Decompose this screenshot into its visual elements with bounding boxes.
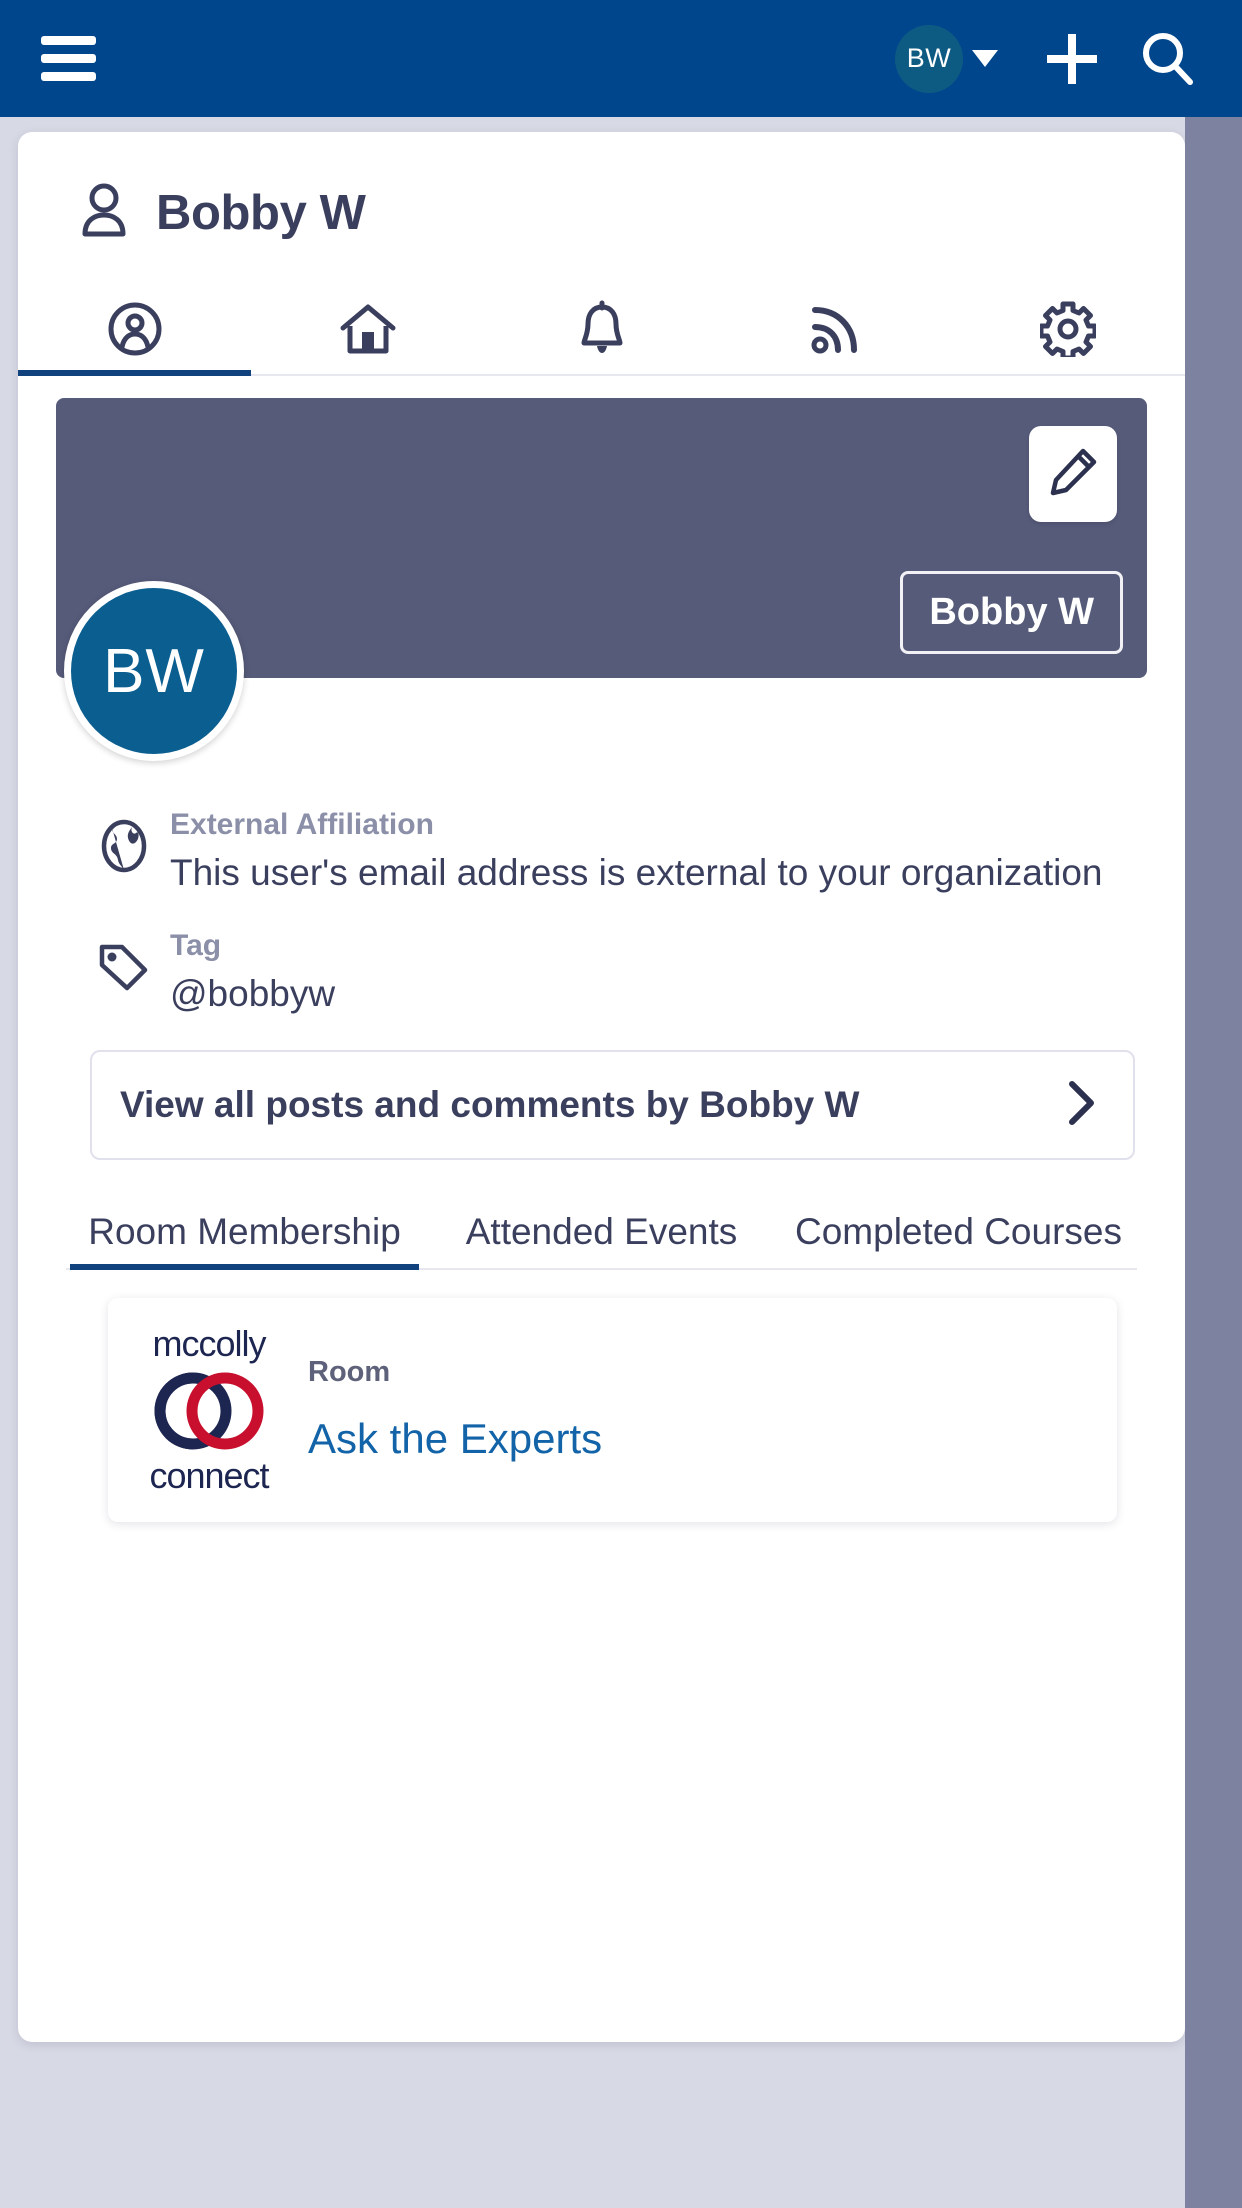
info-label: External Affiliation	[170, 808, 434, 841]
home-icon	[339, 301, 397, 357]
page-title-row: Bobby W	[18, 132, 1185, 243]
page-title: Bobby W	[156, 185, 366, 240]
plus-icon[interactable]	[1024, 11, 1120, 107]
info-content: External Affiliation This user's email a…	[170, 808, 1135, 895]
globe-icon	[96, 808, 170, 874]
top-app-bar: BW	[0, 0, 1242, 117]
tab-completed-courses[interactable]: Completed Courses	[780, 1202, 1137, 1268]
info-row-tag: Tag @bobbyw	[96, 929, 1135, 1016]
tab-notifications[interactable]	[485, 283, 718, 374]
search-icon[interactable]	[1120, 11, 1216, 107]
info-value: @bobbyw	[170, 973, 336, 1015]
person-circle-icon	[107, 301, 163, 357]
app-root: BW Bobby W Bobby W BW External Affiliati…	[0, 0, 1242, 2208]
rss-icon	[809, 302, 861, 356]
room-info: Room Ask the Experts	[284, 1356, 602, 1463]
tab-room-membership[interactable]: Room Membership	[66, 1202, 423, 1270]
hamburger-bar	[41, 54, 96, 63]
avatar: BW	[895, 24, 963, 93]
info-label: Tag	[170, 929, 222, 963]
cover-banner-wrapper: Bobby W BW	[56, 398, 1147, 761]
room-kicker: Room	[308, 1356, 391, 1389]
view-all-posts-button[interactable]: View all posts and comments by Bobby W	[90, 1050, 1135, 1161]
profile-info-block: External Affiliation This user's email a…	[18, 808, 1185, 1016]
list-item[interactable]: mccolly connect Room Ask the Experts	[108, 1297, 1117, 1522]
profile-card: Bobby W Bobby W BW External Affiliation …	[18, 132, 1185, 2042]
profile-content-tabs: Room Membership Attended Events Complete…	[66, 1202, 1137, 1270]
room-name-link[interactable]: Ask the Experts	[308, 1415, 602, 1463]
page-scroll-area: Bobby W Bobby W BW External Affiliation …	[0, 117, 1242, 2208]
tab-feed[interactable]	[718, 283, 951, 374]
pencil-icon	[1047, 446, 1099, 503]
profile-avatar[interactable]: BW	[64, 581, 244, 761]
profile-icon-tabs	[18, 283, 1185, 376]
tab-settings[interactable]	[952, 283, 1185, 374]
chevron-right-icon	[1061, 1075, 1101, 1136]
hamburger-menu-icon[interactable]	[41, 36, 96, 81]
view-all-posts-label: View all posts and comments by Bobby W	[120, 1084, 860, 1126]
info-value: This user's email address is external to…	[170, 852, 1103, 893]
hamburger-bar	[41, 72, 96, 81]
gear-icon	[1040, 301, 1097, 357]
person-icon	[78, 182, 130, 243]
account-menu-button[interactable]: BW	[895, 24, 998, 93]
hamburger-bar	[41, 36, 96, 45]
logo-word-top: mccolly	[152, 1322, 266, 1364]
logo-mark	[134, 1368, 284, 1454]
tag-icon	[96, 929, 170, 995]
info-row-external-affiliation: External Affiliation This user's email a…	[96, 808, 1135, 895]
tab-profile[interactable]	[18, 283, 252, 376]
logo-word-bottom: connect	[149, 1454, 269, 1496]
bell-icon	[576, 300, 628, 358]
info-content: Tag @bobbyw	[170, 929, 1135, 1016]
top-bar-actions: BW	[895, 0, 1216, 117]
cover-name-badge[interactable]: Bobby W	[900, 571, 1123, 654]
edit-cover-button[interactable]	[1029, 426, 1117, 522]
chevron-down-icon	[972, 50, 998, 67]
tab-attended-events[interactable]: Attended Events	[423, 1202, 780, 1268]
mccolly-rings-logo: mccolly connect	[134, 1322, 284, 1496]
vertical-scrollbar[interactable]	[1185, 117, 1242, 2208]
tab-home[interactable]	[251, 283, 484, 374]
